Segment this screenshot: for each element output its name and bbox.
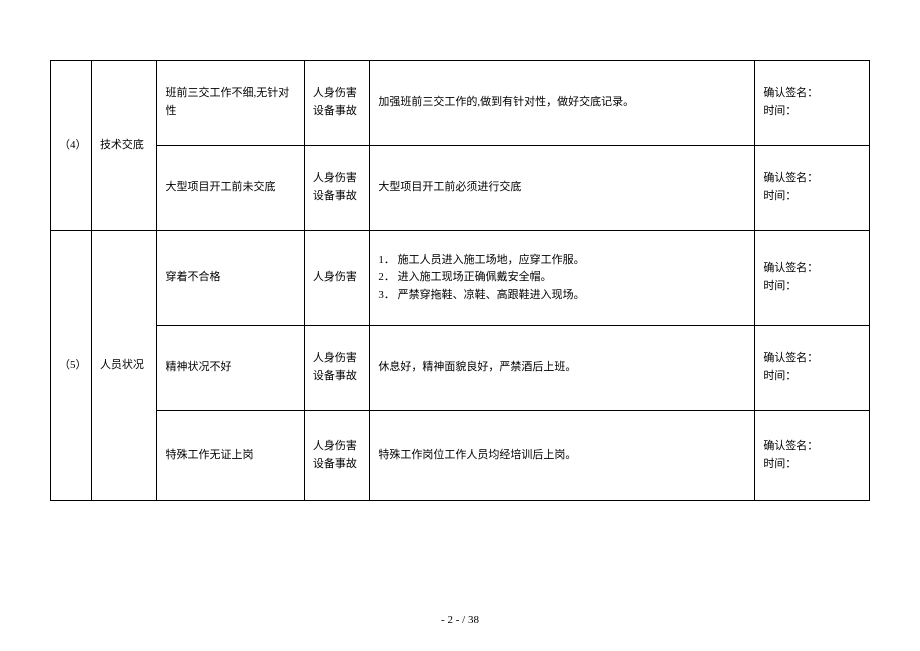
table-row: 特殊工作无证上岗 人身伤害 设备事故 特殊工作岗位工作人员均经培训后上岗。 确认… [51,411,870,501]
hazard-cell: 人身伤害 设备事故 [304,146,370,231]
page-current: - 2 - [441,614,459,626]
table-row: （5） 人员状况 穿着不合格 人身伤害 1． 施工人员进入施工场地，应穿工作服。… [51,231,870,326]
row-category: 人员状况 [91,231,157,501]
sign-cell: 确认签名： 时间： [755,61,870,146]
issue-cell: 特殊工作无证上岗 [157,411,304,501]
issue-cell: 班前三交工作不细,无针对性 [157,61,304,146]
measure-cell: 休息好，精神面貌良好，严禁酒后上班。 [370,326,755,411]
table-row: 精神状况不好 人身伤害 设备事故 休息好，精神面貌良好，严禁酒后上班。 确认签名… [51,326,870,411]
measure-cell: 加强班前三交工作的,做到有针对性，做好交底记录。 [370,61,755,146]
row-category: 技术交底 [91,61,157,231]
hazard-cell: 人身伤害 [304,231,370,326]
measure-cell: 大型项目开工前必须进行交底 [370,146,755,231]
hazard-cell: 人身伤害 设备事故 [304,61,370,146]
measure-item: 1． 施工人员进入施工场地，应穿工作服。 [378,252,746,270]
row-number: （4） [51,61,92,231]
table-row: （4） 技术交底 班前三交工作不细,无针对性 人身伤害 设备事故 加强班前三交工… [51,61,870,146]
table-row: 大型项目开工前未交底 人身伤害 设备事故 大型项目开工前必须进行交底 确认签名：… [51,146,870,231]
hazard-cell: 人身伤害 设备事故 [304,326,370,411]
measure-cell: 1． 施工人员进入施工场地，应穿工作服。 2． 进入施工现场正确佩戴安全帽。 3… [370,231,755,326]
sign-cell: 确认签名： 时间： [755,411,870,501]
page-total: 38 [468,614,479,626]
measure-cell: 特殊工作岗位工作人员均经培训后上岗。 [370,411,755,501]
row-number: （5） [51,231,92,501]
sign-cell: 确认签名： 时间： [755,326,870,411]
measure-item: 3． 严禁穿拖鞋、凉鞋、高跟鞋进入现场。 [378,287,746,305]
issue-cell: 大型项目开工前未交底 [157,146,304,231]
issue-cell: 穿着不合格 [157,231,304,326]
sign-cell: 确认签名： 时间： [755,231,870,326]
issue-cell: 精神状况不好 [157,326,304,411]
safety-table: （4） 技术交底 班前三交工作不细,无针对性 人身伤害 设备事故 加强班前三交工… [50,60,870,501]
hazard-cell: 人身伤害 设备事故 [304,411,370,501]
measure-item: 2． 进入施工现场正确佩戴安全帽。 [378,269,746,287]
page-number: - 2 - / 38 [0,614,920,626]
page-sep: / [459,614,468,626]
sign-cell: 确认签名： 时间： [755,146,870,231]
